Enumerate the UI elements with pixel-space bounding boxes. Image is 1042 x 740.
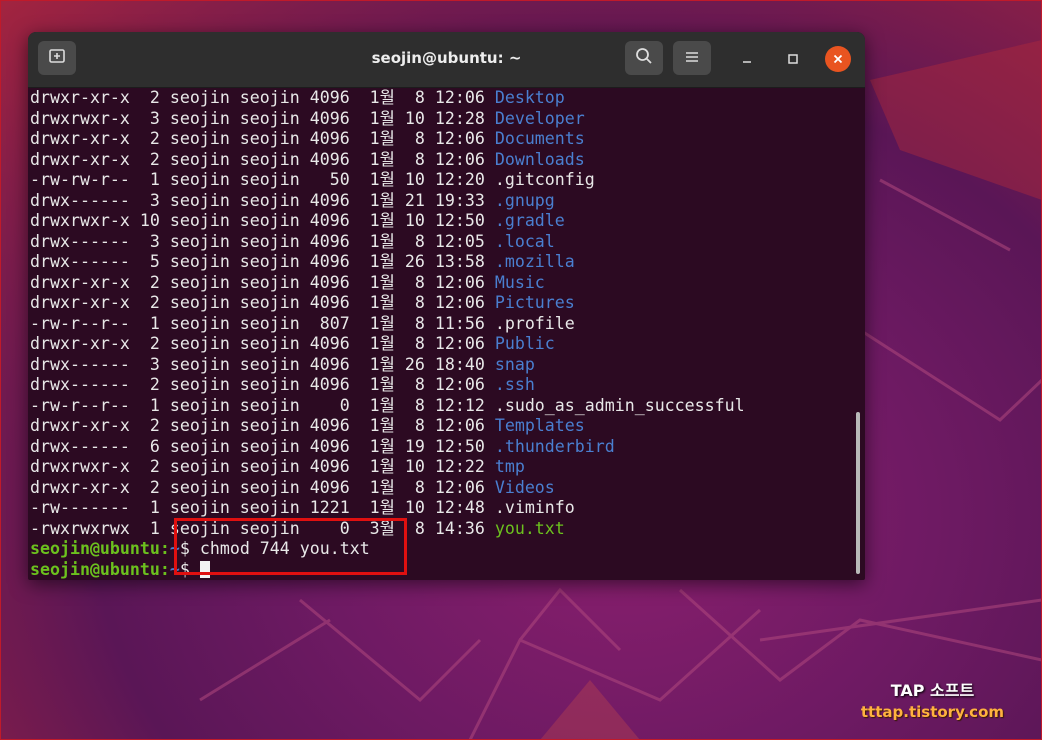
file-name: .ssh — [494, 375, 535, 394]
listing-row: drwxr-xr-x 2 seojin seojin 4096 1월 8 12:… — [30, 150, 865, 171]
listing-row: drwx------ 3 seojin seojin 4096 1월 21 19… — [30, 191, 865, 212]
close-button[interactable] — [825, 46, 851, 72]
file-name: Public — [494, 334, 555, 353]
file-name: .local — [494, 231, 555, 251]
terminal-output[interactable]: drwxr-xr-x 2 seojin seojin 4096 1월 8 12:… — [28, 88, 865, 580]
listing-row: drwxr-xr-x 2 seojin seojin 4096 1월 8 12:… — [30, 129, 865, 150]
file-info: drwx------ 2 seojin seojin 4096 1월 8 12:… — [30, 375, 495, 394]
file-name: Videos — [494, 477, 555, 497]
listing-row: drwx------ 2 seojin seojin 4096 1월 8 12:… — [30, 375, 865, 396]
file-name: .viminfo — [494, 498, 575, 517]
listing-row: drwx------ 6 seojin seojin 4096 1월 19 12… — [30, 437, 865, 458]
listing-row: -rw-r--r-- 1 seojin seojin 0 1월 8 12:12 … — [30, 396, 865, 417]
file-info: drwxr-xr-x 2 seojin seojin 4096 1월 8 12:… — [30, 88, 495, 107]
file-name: .gitconfig — [494, 170, 595, 189]
prompt-user-host: seojin@ubuntu: — [30, 559, 170, 579]
file-info: drwx------ 3 seojin seojin 4096 1월 8 12:… — [30, 231, 495, 251]
file-info: -rw-r--r-- 1 seojin seojin 0 1월 8 12:12 — [30, 395, 495, 415]
menu-button[interactable] — [673, 41, 711, 75]
file-info: drwx------ 3 seojin seojin 4096 1월 21 19… — [30, 190, 495, 210]
listing-row: -rw------- 1 seojin seojin 1221 1월 10 12… — [30, 498, 865, 519]
watermark-url: tttap.tistory.com — [860, 703, 1004, 721]
file-name: you.txt — [494, 518, 565, 538]
file-info: drwxrwxr-x 3 seojin seojin 4096 1월 10 12… — [30, 108, 495, 128]
listing-row: drwxr-xr-x 2 seojin seojin 4096 1월 8 12:… — [30, 293, 865, 314]
file-info: drwxr-xr-x 2 seojin seojin 4096 1월 8 12:… — [30, 272, 495, 292]
listing-row: drwxr-xr-x 2 seojin seojin 4096 1월 8 12:… — [30, 478, 865, 499]
watermark-brand: TAP 소프트 — [890, 681, 975, 700]
file-name: .thunderbird — [494, 436, 615, 456]
maximize-icon — [787, 50, 799, 69]
file-name: Desktop — [494, 88, 565, 107]
file-info: drwxrwxr-x 2 seojin seojin 4096 1월 10 12… — [30, 457, 495, 476]
file-name: .gnupg — [494, 190, 555, 210]
listing-row: drwxr-xr-x 2 seojin seojin 4096 1월 8 12:… — [30, 88, 865, 109]
file-name: .mozilla — [494, 252, 575, 271]
minimize-button[interactable] — [734, 46, 760, 72]
prompt-line: seojin@ubuntu:~$ chmod 744 you.txt — [30, 539, 865, 560]
search-button[interactable] — [625, 41, 663, 75]
file-name: .gradle — [494, 211, 565, 230]
listing-row: drwxr-xr-x 2 seojin seojin 4096 1월 8 12:… — [30, 416, 865, 437]
file-name: Developer — [494, 108, 585, 128]
watermark: TAP 소프트 tttap.tistory.com — [861, 677, 1004, 721]
title-bar[interactable]: seojin@ubuntu: ~ — [28, 32, 865, 88]
file-info: drwx------ 6 seojin seojin 4096 1월 19 12… — [30, 436, 495, 456]
file-info: -rw-r--r-- 1 seojin seojin 807 1월 8 11:5… — [30, 313, 495, 333]
file-name: Templates — [494, 416, 585, 435]
listing-row: drwx------ 3 seojin seojin 4096 1월 8 12:… — [30, 232, 865, 253]
listing-row: drwx------ 5 seojin seojin 4096 1월 26 13… — [30, 252, 865, 273]
scrollbar[interactable] — [856, 412, 860, 574]
terminal-window[interactable]: seojin@ubuntu: ~ drwxr-xr-x 2 seojin seo… — [28, 32, 865, 580]
prompt-line: seojin@ubuntu:~$ — [30, 560, 865, 581]
listing-row: -rwxrwxrwx 1 seojin seojin 0 3월 8 14:36 … — [30, 519, 865, 540]
file-name: Pictures — [494, 293, 575, 312]
file-info: -rw------- 1 seojin seojin 1221 1월 10 12… — [30, 498, 495, 517]
file-name: Music — [494, 272, 545, 292]
maximize-button[interactable] — [780, 46, 806, 72]
file-name: .profile — [494, 313, 575, 333]
listing-row: drwxr-xr-x 2 seojin seojin 4096 1월 8 12:… — [30, 273, 865, 294]
file-info: drwx------ 3 seojin seojin 4096 1월 26 18… — [30, 354, 495, 374]
file-name: .sudo_as_admin_successful — [494, 395, 745, 415]
listing-row: drwxrwxr-x 3 seojin seojin 4096 1월 10 12… — [30, 109, 865, 130]
file-info: -rw-rw-r-- 1 seojin seojin 50 1월 10 12:2… — [30, 170, 495, 189]
listing-row: -rw-rw-r-- 1 seojin seojin 50 1월 10 12:2… — [30, 170, 865, 191]
listing-row: drwxr-xr-x 2 seojin seojin 4096 1월 8 12:… — [30, 334, 865, 355]
close-icon — [832, 50, 844, 69]
file-info: drwxrwxr-x 10 seojin seojin 4096 1월 10 1… — [30, 211, 495, 230]
highlight-box — [174, 518, 407, 575]
file-name: Downloads — [494, 149, 585, 169]
file-info: drwxr-xr-x 2 seojin seojin 4096 1월 8 12:… — [30, 149, 495, 169]
listing-row: drwxrwxr-x 10 seojin seojin 4096 1월 10 1… — [30, 211, 865, 232]
minimize-icon — [741, 50, 753, 69]
file-name: Documents — [494, 129, 585, 148]
listing-row: drwxrwxr-x 2 seojin seojin 4096 1월 10 12… — [30, 457, 865, 478]
file-info: drwxr-xr-x 2 seojin seojin 4096 1월 8 12:… — [30, 334, 495, 353]
file-name: tmp — [494, 457, 525, 476]
file-info: drwxr-xr-x 2 seojin seojin 4096 1월 8 12:… — [30, 293, 495, 312]
search-icon — [635, 47, 653, 69]
file-info: drwxr-xr-x 2 seojin seojin 4096 1월 8 12:… — [30, 477, 495, 497]
hamburger-menu-icon — [684, 49, 700, 68]
prompt-user-host: seojin@ubuntu: — [30, 539, 170, 558]
file-name: snap — [494, 354, 535, 374]
file-info: drwxr-xr-x 2 seojin seojin 4096 1월 8 12:… — [30, 129, 495, 148]
listing-row: drwx------ 3 seojin seojin 4096 1월 26 18… — [30, 355, 865, 376]
file-info: drwx------ 5 seojin seojin 4096 1월 26 13… — [30, 252, 495, 271]
listing-row: -rw-r--r-- 1 seojin seojin 807 1월 8 11:5… — [30, 314, 865, 335]
file-info: drwxr-xr-x 2 seojin seojin 4096 1월 8 12:… — [30, 416, 495, 435]
